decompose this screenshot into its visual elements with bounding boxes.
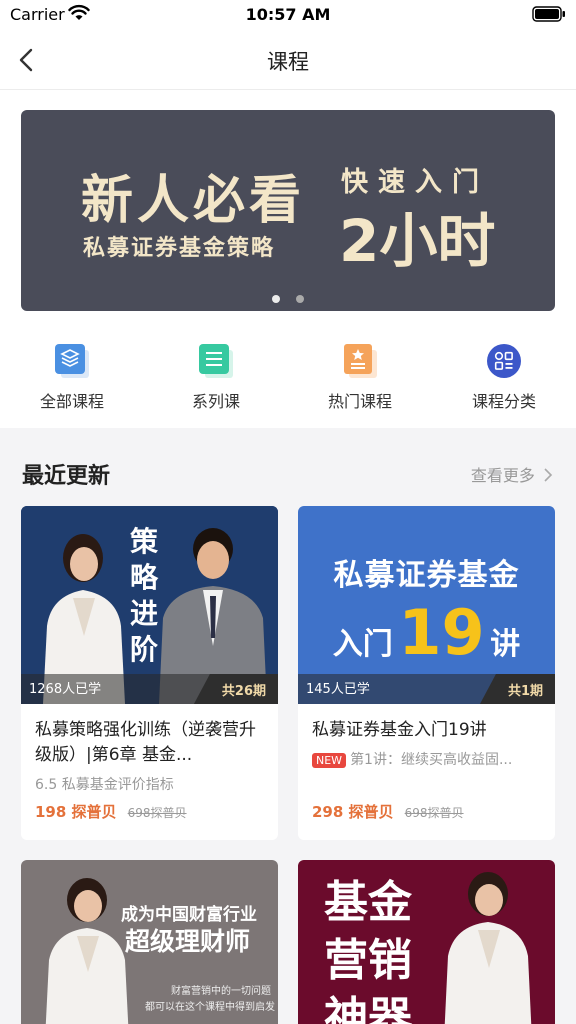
course-subtitle: 6.5 私募基金评价指标 <box>35 777 174 793</box>
carousel-dot[interactable] <box>295 295 304 303</box>
cover-text: 营销 <box>324 935 412 986</box>
cover-caption-line1: 财富营销中的一切问题 <box>171 986 271 997</box>
quick-nav-hot-courses[interactable]: 热门课程 <box>288 342 432 412</box>
cover-char: 策 <box>129 525 158 558</box>
course-cover: 私募证券基金 入门 19 讲 145人已学 共1期 <box>298 506 555 704</box>
original-price: 698探普贝 <box>127 806 187 820</box>
carousel-indicator <box>21 288 555 307</box>
quick-nav-categories[interactable]: 课程分类 <box>432 342 576 412</box>
nav-bar: 课程 <box>0 30 576 90</box>
learner-count: 145人已学 <box>306 682 370 697</box>
cover-vertical-title: 策 略 进 阶 <box>124 524 164 668</box>
cover-title-line1: 私募证券基金 <box>333 558 520 593</box>
price-row: 298 探普贝 698探普贝 <box>312 801 464 822</box>
cover-text: 神器 <box>324 993 412 1024</box>
page-title: 课程 <box>267 50 309 74</box>
quick-nav-all-courses[interactable]: 全部课程 <box>0 342 144 412</box>
course-card[interactable]: 成为中国财富行业 超级理财师 财富营销中的一切问题 都可以在这个课程中得到启发 <box>21 860 278 1024</box>
course-card[interactable]: 私募证券基金 入门 19 讲 145人已学 共1期 私募证券基金入门19讲 NE… <box>298 506 555 840</box>
carousel-dot-active[interactable] <box>272 295 281 303</box>
see-more-link[interactable]: 查看更多 <box>471 462 554 486</box>
course-cover: 策 略 进 阶 1268人已学 共26期 <box>21 506 278 704</box>
clock: 10:57 AM <box>245 5 331 24</box>
quick-nav-label: 系列课 <box>191 392 240 411</box>
status-bar: Carrier 10:57 AM <box>0 0 576 30</box>
cover-title-line2: 超级理财师 <box>125 927 251 956</box>
course-price: 298 探普贝 <box>312 803 394 821</box>
cover-char: 进 <box>129 597 158 630</box>
course-title: 私募证券基金入门19讲 <box>312 720 487 740</box>
quick-nav-label: 全部课程 <box>39 392 104 411</box>
quick-nav-series[interactable]: 系列课 <box>144 342 288 412</box>
original-price: 698探普贝 <box>404 806 464 820</box>
course-subtitle-row: NEW 第1讲：继续买高收益固... <box>312 749 541 769</box>
new-badge: NEW <box>312 753 347 768</box>
course-title: 私募策略强化训练（逆袭营升级版）|第6章 基金... <box>35 720 256 765</box>
cover-caption-line2: 都可以在这个课程中得到启发 <box>145 1002 275 1013</box>
course-subtitle: 第1讲：继续买高收益固... <box>350 752 513 768</box>
cover-char: 阶 <box>129 633 158 666</box>
list-icon <box>199 344 233 378</box>
cover-text: 基金 <box>324 877 412 928</box>
category-icon <box>487 344 521 378</box>
banner-headline: 新人必看 <box>81 171 306 231</box>
promo-banner[interactable]: 新人必看 私募证券基金策略 快速入门 2小时 <box>21 110 555 311</box>
layers-icon <box>55 344 89 378</box>
cover-text: 入门 <box>332 627 393 662</box>
course-cover: 基金 营销 神器 <box>298 860 555 1024</box>
banner-duration: 2小时 <box>339 207 496 275</box>
cover-number: 19 <box>398 596 485 669</box>
top-section: 新人必看 私募证券基金策略 快速入门 2小时 全部课程 系列课 热门课程 课程分… <box>0 90 576 428</box>
section-title: 最近更新 <box>22 464 111 489</box>
course-card[interactable]: 策 略 进 阶 1268人已学 共26期 私募策略强化训练（逆袭营升级版）|第6… <box>21 506 278 840</box>
cover-char: 略 <box>129 561 158 594</box>
price-row: 198 探普贝 698探普贝 <box>35 801 187 822</box>
quick-nav-label: 热门课程 <box>327 392 392 411</box>
quick-nav-label: 课程分类 <box>471 392 536 411</box>
banner-subline: 私募证券基金策略 <box>83 236 276 261</box>
see-more-label: 查看更多 <box>470 466 535 485</box>
course-price: 198 探普贝 <box>35 803 117 821</box>
course-cover: 成为中国财富行业 超级理财师 财富营销中的一切问题 都可以在这个课程中得到启发 <box>21 860 278 1024</box>
learner-count: 1268人已学 <box>29 682 102 697</box>
cover-text: 讲 <box>490 627 521 662</box>
chevron-right-icon <box>544 468 553 482</box>
battery-icon <box>532 6 565 22</box>
quick-nav: 全部课程 系列课 热门课程 课程分类 <box>0 342 576 422</box>
star-doc-icon <box>344 344 377 378</box>
course-card[interactable]: 基金 营销 神器 <box>298 860 555 1024</box>
cover-title-line2: 入门 19 讲 <box>298 596 555 669</box>
cover-vertical-title: 基金 营销 神器 <box>324 874 412 1024</box>
